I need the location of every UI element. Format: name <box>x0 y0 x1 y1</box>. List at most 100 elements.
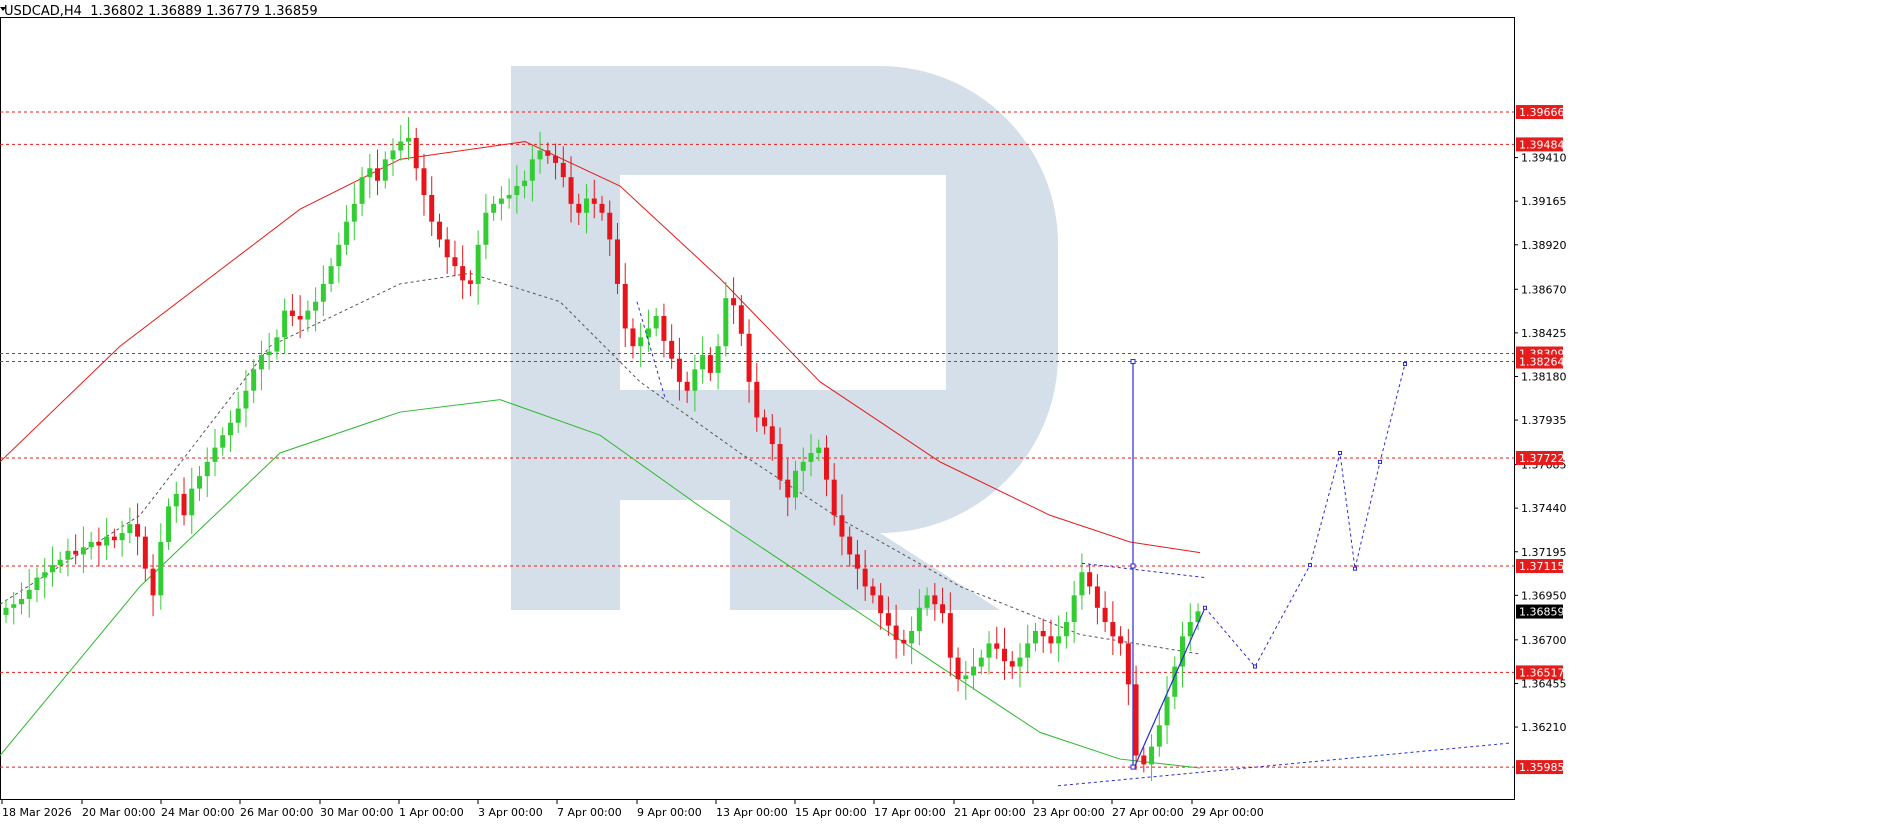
y-tick-label-8: 1.37440 <box>1521 502 1567 515</box>
candle-body <box>405 138 411 142</box>
candle-body <box>1164 696 1170 726</box>
candle-body <box>978 657 984 667</box>
candle-body <box>375 168 381 181</box>
candle-body <box>553 155 559 163</box>
candle-body <box>305 310 311 320</box>
candle-body <box>893 625 899 640</box>
candle-body <box>297 315 303 320</box>
candle-body <box>382 159 388 181</box>
candle-body <box>584 198 590 213</box>
candle-body <box>940 604 946 614</box>
candle-body <box>1009 661 1015 667</box>
candle-body <box>313 301 319 311</box>
candle-body <box>731 298 737 306</box>
candle-body <box>367 168 373 178</box>
x-tick-label-0: 18 Mar 2026 <box>2 806 72 819</box>
candle-body <box>560 162 566 178</box>
candle-body <box>212 447 218 462</box>
candle-body <box>669 340 675 359</box>
pattern-anchor-0 <box>1130 359 1136 365</box>
candle-body <box>1032 630 1038 644</box>
x-tick-label-3: 26 Mar 00:00 <box>240 806 313 819</box>
level-label-1.39484: 1.39484 <box>1519 138 1565 151</box>
y-tick-label-9: 1.37195 <box>1521 546 1567 559</box>
candle-body <box>65 550 71 560</box>
candle-body <box>816 447 822 453</box>
candle-body <box>34 577 40 591</box>
candle-body <box>1056 636 1062 644</box>
candle-body <box>529 159 535 181</box>
candle-body <box>955 657 961 679</box>
pattern-anchor-1 <box>1130 563 1136 569</box>
candle-body <box>1110 622 1116 637</box>
candle-body <box>436 221 442 240</box>
candle-body <box>986 643 992 658</box>
candle-body <box>862 568 868 587</box>
candle-body <box>738 305 744 334</box>
x-tick-label-12: 21 Apr 00:00 <box>954 806 1026 819</box>
level-label-1.37722: 1.37722 <box>1519 452 1565 465</box>
candle-body <box>158 541 164 596</box>
candle-body <box>932 595 938 605</box>
candle-body <box>413 138 419 169</box>
candle-body <box>204 461 210 477</box>
candle-body <box>491 203 497 213</box>
candle-body <box>227 422 233 436</box>
candle-body <box>344 221 350 245</box>
forecast-point-2 <box>1308 563 1312 568</box>
candle-body <box>390 150 396 160</box>
pattern-anchor-2 <box>1130 764 1136 770</box>
candle-body <box>359 177 365 204</box>
candle-body <box>351 203 357 222</box>
candle-body <box>1040 630 1046 637</box>
y-tick-label-11: 1.36700 <box>1521 634 1567 647</box>
forecast-point-0 <box>1203 605 1207 610</box>
candle-body <box>823 447 829 480</box>
candle-body <box>754 381 760 418</box>
candle-body <box>119 533 125 541</box>
candle-body <box>522 180 528 187</box>
candle-body <box>57 559 63 566</box>
candle-body <box>42 572 48 578</box>
candle-body <box>320 283 326 302</box>
candle-body <box>1063 622 1069 637</box>
candle-body <box>715 346 721 373</box>
candle-body <box>88 541 94 548</box>
chart-area[interactable]: 1.39410 1.39165 1.38920 1.38670 1.38425 1.381… <box>0 0 1896 820</box>
candle-body <box>847 536 853 555</box>
candle-body <box>1141 755 1147 765</box>
candle-body <box>483 212 489 245</box>
candle-body <box>189 488 195 516</box>
candle-body <box>684 381 690 391</box>
candle-body <box>645 328 651 338</box>
candle-body <box>274 337 280 352</box>
candle-body <box>1094 586 1100 608</box>
candle-body <box>676 358 682 382</box>
forecast-point-6 <box>1403 362 1407 367</box>
candle-body <box>18 598 24 605</box>
candle-body <box>723 298 729 347</box>
candle-body <box>878 595 884 614</box>
candle-body <box>104 536 110 546</box>
x-tick-label-6: 3 Apr 00:00 <box>478 806 543 819</box>
candle-body <box>785 479 791 498</box>
candle-body <box>994 643 1000 649</box>
y-tick-label-4: 1.38425 <box>1521 327 1567 340</box>
candle-body <box>142 536 148 569</box>
candle-body <box>831 479 837 516</box>
y-tick-label-3: 1.38670 <box>1521 283 1567 296</box>
candle-body <box>614 239 620 284</box>
level-label-1.36517: 1.36517 <box>1519 666 1565 679</box>
candle-body <box>328 266 334 284</box>
candle-body <box>49 565 55 573</box>
forecast-point-5 <box>1378 459 1382 464</box>
y-tick-label-2: 1.38920 <box>1521 239 1567 252</box>
candle-body <box>166 506 172 542</box>
level-label-1.35985: 1.35985 <box>1519 761 1565 774</box>
candle-body <box>197 476 203 489</box>
candle-body <box>444 239 450 258</box>
x-tick-label-2: 24 Mar 00:00 <box>161 806 234 819</box>
x-tick-label-11: 17 Apr 00:00 <box>874 806 946 819</box>
candle-body <box>916 607 922 631</box>
chart-svg: 1.39410 1.39165 1.38920 1.38670 1.38425 1.381… <box>0 7 1567 819</box>
